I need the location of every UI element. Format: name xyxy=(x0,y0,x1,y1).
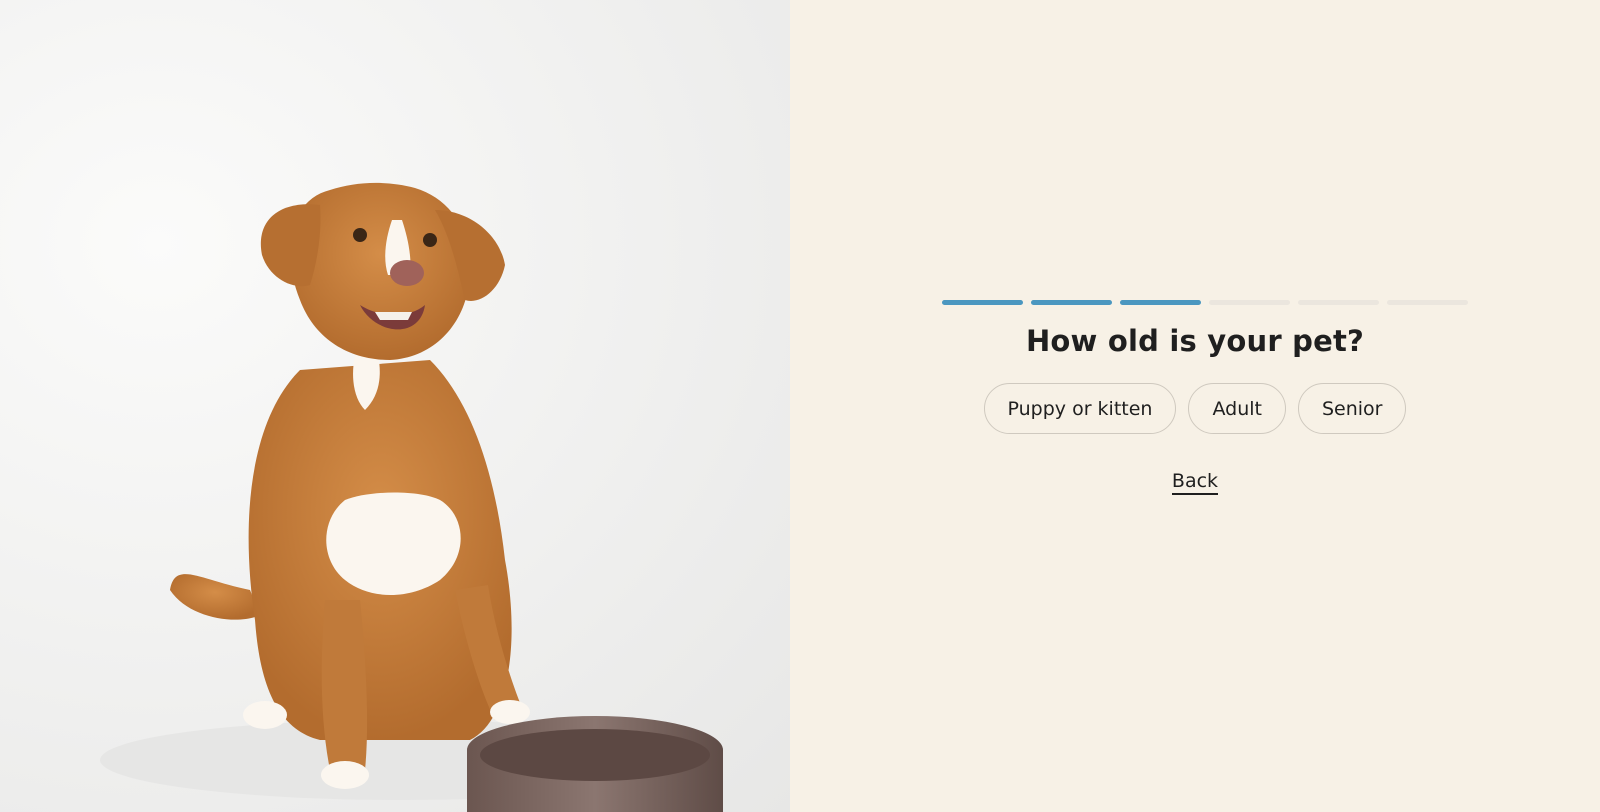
back-link[interactable]: Back xyxy=(1171,470,1219,495)
dog-photo xyxy=(0,0,790,812)
dog-paw-right xyxy=(490,700,530,724)
dog-ear-left xyxy=(260,204,321,287)
option-adult-button[interactable]: Adult xyxy=(1188,383,1286,434)
progress-segment xyxy=(1387,300,1468,305)
answer-options: Puppy or kitten Adult Senior xyxy=(790,383,1600,434)
progress-segment xyxy=(1031,300,1112,305)
dog-hind-paw xyxy=(243,701,287,729)
page-layout: How old is your pet? Puppy or kitten Adul… xyxy=(0,0,1600,812)
dog-tail xyxy=(170,574,260,620)
quiz-panel: How old is your pet? Puppy or kitten Adul… xyxy=(790,0,1600,812)
option-puppy-or-kitten-button[interactable]: Puppy or kitten xyxy=(983,383,1177,434)
question-title: How old is your pet? xyxy=(1025,324,1365,358)
progress-segment xyxy=(1120,300,1201,305)
food-bowl-inner xyxy=(480,729,710,781)
progress-segment xyxy=(1209,300,1290,305)
progress-bar xyxy=(942,300,1468,305)
dog-nose xyxy=(390,260,424,286)
dog-front-leg-left xyxy=(321,600,368,770)
option-senior-button[interactable]: Senior xyxy=(1297,383,1407,434)
progress-segment xyxy=(942,300,1023,305)
dog-eye-left xyxy=(353,228,367,242)
dog-illustration xyxy=(100,182,723,812)
progress-segment xyxy=(1298,300,1379,305)
back-container: Back xyxy=(790,470,1600,495)
dog-paw-left xyxy=(321,761,369,789)
dog-teeth xyxy=(375,312,412,320)
dog-eye-right xyxy=(423,233,437,247)
